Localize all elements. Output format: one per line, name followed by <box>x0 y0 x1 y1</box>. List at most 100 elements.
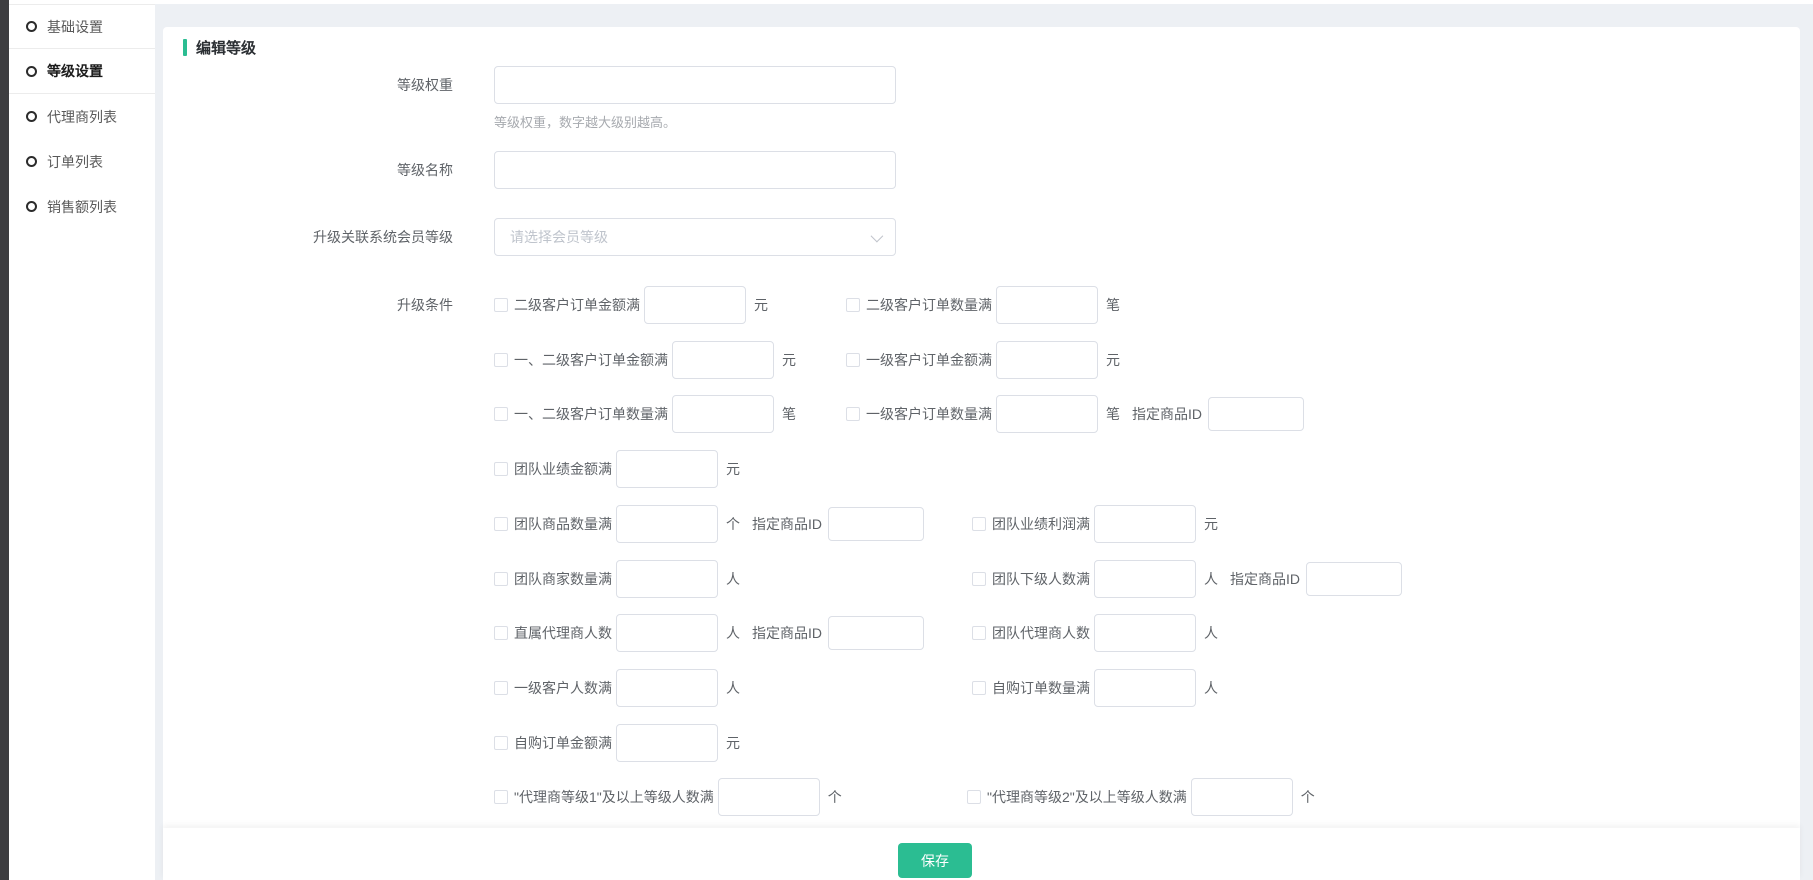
condition-value-input[interactable] <box>718 778 820 816</box>
page-title: 编辑等级 <box>196 37 256 58</box>
condition-value-input[interactable] <box>644 286 746 324</box>
circle-icon <box>26 21 37 32</box>
circle-icon <box>26 156 37 167</box>
condition-unit: 笔 <box>782 404 796 424</box>
condition-checkbox[interactable] <box>846 298 860 312</box>
condition-row: 一级客户人数满人自购订单数量满人 <box>494 669 1218 707</box>
condition-value-input[interactable] <box>1094 614 1196 652</box>
product-id-input[interactable] <box>1306 562 1402 596</box>
condition-unit: 元 <box>726 459 740 479</box>
conditions-label: 升级条件 <box>203 286 453 324</box>
condition-unit: 人 <box>726 569 740 589</box>
condition-row: "代理商等级1"及以上等级人数满个"代理商等级2"及以上等级人数满个 <box>494 778 1315 816</box>
condition-row: 直属代理商人数人指定商品ID团队代理商人数人 <box>494 614 1218 652</box>
condition-label: 团队业绩金额满 <box>514 459 612 479</box>
condition-checkbox[interactable] <box>494 517 508 531</box>
condition-checkbox[interactable] <box>494 462 508 476</box>
condition-checkbox[interactable] <box>972 517 986 531</box>
condition-checkbox[interactable] <box>494 407 508 421</box>
product-id-label: 指定商品ID <box>752 514 822 534</box>
product-id-input[interactable] <box>828 616 924 650</box>
condition-value-input[interactable] <box>616 505 718 543</box>
product-id-input[interactable] <box>1208 397 1304 431</box>
condition-value-input[interactable] <box>616 614 718 652</box>
condition-checkbox[interactable] <box>494 572 508 586</box>
condition-checkbox[interactable] <box>494 790 508 804</box>
condition-value-input[interactable] <box>616 450 718 488</box>
condition-checkbox[interactable] <box>494 626 508 640</box>
condition-value-input[interactable] <box>672 341 774 379</box>
condition-checkbox[interactable] <box>972 681 986 695</box>
condition-value-input[interactable] <box>1094 669 1196 707</box>
condition-unit: 人 <box>1204 569 1218 589</box>
condition-row: 二级客户订单金额满元二级客户订单数量满笔 <box>494 286 1120 324</box>
condition-checkbox[interactable] <box>494 298 508 312</box>
condition-value-input[interactable] <box>996 341 1098 379</box>
product-id-label: 指定商品ID <box>752 623 822 643</box>
condition-value-input[interactable] <box>616 724 718 762</box>
condition-value-input[interactable] <box>996 286 1098 324</box>
sidebar-item-agent-list[interactable]: 代理商列表 <box>9 94 155 139</box>
condition-checkbox[interactable] <box>967 790 981 804</box>
condition-unit: 元 <box>1106 350 1120 370</box>
condition-value-input[interactable] <box>1191 778 1293 816</box>
condition-label: 团队下级人数满 <box>992 569 1090 589</box>
condition-unit: 笔 <box>1106 295 1120 315</box>
condition-label: 二级客户订单金额满 <box>514 295 640 315</box>
condition-unit: 元 <box>726 733 740 753</box>
condition-row: 一、二级客户订单金额满元一级客户订单金额满元 <box>494 341 1120 379</box>
condition-value-input[interactable] <box>1094 560 1196 598</box>
condition-label: 直属代理商人数 <box>514 623 612 643</box>
condition-label: "代理商等级2"及以上等级人数满 <box>987 787 1187 807</box>
sidebar-item-label: 等级设置 <box>47 61 103 81</box>
save-button[interactable]: 保存 <box>898 843 972 878</box>
condition-unit: 人 <box>1204 623 1218 643</box>
sidebar-item-label: 基础设置 <box>47 17 103 37</box>
condition-checkbox[interactable] <box>494 681 508 695</box>
level-name-label: 等级名称 <box>203 151 453 189</box>
condition-value-input[interactable] <box>616 560 718 598</box>
condition-row: 团队商品数量满个指定商品ID团队业绩利润满元 <box>494 505 1218 543</box>
condition-row: 一、二级客户订单数量满笔一级客户订单数量满笔指定商品ID <box>494 395 1304 433</box>
condition-checkbox[interactable] <box>494 736 508 750</box>
level-weight-input[interactable] <box>494 66 896 104</box>
chevron-down-icon <box>871 229 884 242</box>
condition-value-input[interactable] <box>1094 505 1196 543</box>
condition-unit: 元 <box>782 350 796 370</box>
condition-unit: 元 <box>754 295 768 315</box>
section-accent-bar <box>183 39 187 56</box>
condition-row: 团队商家数量满人团队下级人数满人指定商品ID <box>494 560 1402 598</box>
product-id-label: 指定商品ID <box>1132 404 1202 424</box>
product-id-label: 指定商品ID <box>1230 569 1300 589</box>
sidebar-item-level-settings[interactable]: 等级设置 <box>9 49 155 94</box>
condition-checkbox[interactable] <box>972 626 986 640</box>
sidebar-item-label: 订单列表 <box>47 152 103 172</box>
condition-label: 一级客户订单数量满 <box>866 404 992 424</box>
condition-value-input[interactable] <box>996 395 1098 433</box>
product-id-input[interactable] <box>828 507 924 541</box>
window-edge-strip <box>0 0 9 880</box>
condition-unit: 元 <box>1204 514 1218 534</box>
sidebar-item-basic-settings[interactable]: 基础设置 <box>9 4 155 49</box>
member-level-placeholder: 请选择会员等级 <box>510 227 871 247</box>
condition-checkbox[interactable] <box>972 572 986 586</box>
condition-label: "代理商等级1"及以上等级人数满 <box>514 787 714 807</box>
level-name-input[interactable] <box>494 151 896 189</box>
condition-checkbox[interactable] <box>494 353 508 367</box>
sidebar-item-label: 代理商列表 <box>47 107 117 127</box>
condition-value-input[interactable] <box>616 669 718 707</box>
sidebar-item-label: 销售额列表 <box>47 197 117 217</box>
condition-unit: 人 <box>726 623 740 643</box>
sidebar: 基础设置等级设置代理商列表订单列表销售额列表 <box>9 0 155 880</box>
main-panel: 编辑等级 等级权重 等级权重，数字越大级别越高。 等级名称 升级关联系统会员等级… <box>163 27 1800 828</box>
member-level-select[interactable]: 请选择会员等级 <box>494 218 896 256</box>
sidebar-item-order-list[interactable]: 订单列表 <box>9 139 155 184</box>
condition-checkbox[interactable] <box>846 353 860 367</box>
footer-bar: 保存 <box>163 828 1800 880</box>
condition-checkbox[interactable] <box>846 407 860 421</box>
condition-unit: 个 <box>828 787 842 807</box>
condition-value-input[interactable] <box>672 395 774 433</box>
condition-row: 自购订单金额满元 <box>494 724 740 762</box>
condition-label: 团队业绩利润满 <box>992 514 1090 534</box>
sidebar-item-sales-list[interactable]: 销售额列表 <box>9 184 155 229</box>
